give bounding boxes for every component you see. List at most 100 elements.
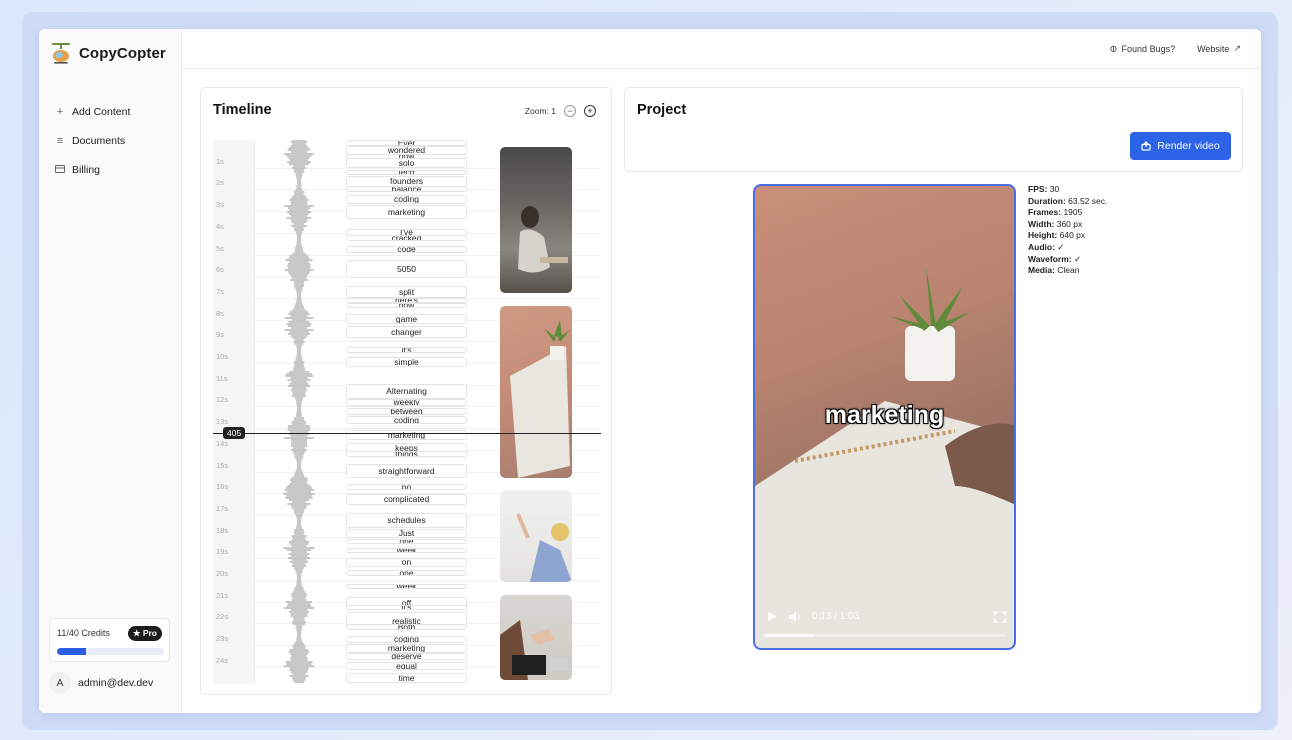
credits-progress-bar — [57, 648, 164, 655]
brand-name: CopyCopter — [79, 44, 166, 62]
waveform-path — [283, 140, 315, 683]
ruler-tick: 17s — [216, 503, 229, 513]
media-clip[interactable] — [500, 147, 572, 293]
word-block[interactable]: between — [346, 408, 467, 415]
volume-icon — [789, 611, 800, 622]
credits-count: 11/40 Credits — [57, 628, 110, 638]
credits-progress-fill — [57, 648, 87, 655]
word-block[interactable]: game — [346, 314, 467, 324]
ruler-tick: 18s — [216, 525, 229, 535]
word-block[interactable]: coding — [346, 636, 467, 643]
word-block[interactable]: marketing — [346, 644, 467, 653]
word-block[interactable]: equal — [346, 662, 467, 670]
word-block[interactable]: weekly — [346, 399, 467, 406]
zoom-in-button[interactable]: + — [584, 105, 596, 117]
metadata-key: Height: — [1028, 230, 1058, 241]
playhead-frame-badge: 405 — [223, 427, 246, 439]
sidebar-item-add-content[interactable]: + Add Content — [55, 97, 131, 126]
word-block[interactable]: straightforward — [346, 464, 467, 478]
website-link[interactable]: Website ↗ — [1197, 43, 1241, 54]
word-block[interactable]: Just — [346, 529, 467, 538]
bug-icon — [1109, 45, 1117, 53]
sidebar-item-label: Billing — [72, 163, 101, 176]
found-bugs-link[interactable]: Found Bugs? — [1109, 43, 1175, 54]
list-icon: ≡ — [56, 134, 64, 147]
word-block[interactable]: deserve — [346, 653, 467, 660]
fullscreen-button[interactable] — [994, 610, 1006, 623]
play-button[interactable] — [765, 610, 778, 623]
word-block[interactable]: things — [346, 451, 467, 457]
word-block[interactable]: code — [346, 246, 467, 253]
word-block[interactable]: coding — [346, 416, 467, 424]
word-block[interactable]: one — [346, 570, 467, 576]
word-block[interactable]: week — [346, 548, 467, 553]
word-block[interactable]: Alternating — [346, 384, 467, 399]
metadata-value: 640 px — [1057, 230, 1086, 241]
ruler-tick: 13s — [216, 417, 229, 427]
credits-card[interactable]: 11/40 Credits ★ Pro — [49, 618, 170, 662]
word-block[interactable]: Both — [346, 624, 467, 630]
word-block[interactable]: one — [346, 539, 467, 544]
volume-button[interactable] — [788, 611, 802, 623]
user-email: admin@dev.dev — [78, 677, 154, 689]
word-block[interactable]: no — [346, 484, 467, 490]
word-block[interactable]: coding — [346, 195, 467, 204]
ruler-tick: 19s — [216, 547, 229, 557]
seek-bar[interactable] — [764, 634, 1005, 637]
word-block[interactable]: 5050 — [346, 260, 467, 278]
word-block[interactable]: changer — [346, 326, 467, 338]
word-track: Ever wondered how solo tech founders balance co… — [344, 140, 469, 684]
metadata-row: Duration: 63.52 sec. — [1028, 196, 1107, 208]
seek-progress — [764, 634, 814, 637]
word-block[interactable]: on — [346, 558, 467, 567]
word-block[interactable]: it's — [346, 605, 467, 610]
word-block[interactable]: marketing — [346, 205, 467, 219]
ruler-tick: 3s — [216, 200, 224, 210]
video-player[interactable]: marketing 0:13 / 1:03 — [753, 184, 1016, 650]
word-block[interactable]: simple — [346, 357, 467, 367]
word-block[interactable]: how — [346, 303, 467, 308]
word-block[interactable]: balance — [346, 186, 467, 192]
timeline-track[interactable]: 1s 2s 3s 4s 5s 6s 7s 8s 9s 10s 11s 12s 13s 14s 15s 16s 1… — [213, 140, 601, 684]
word-block[interactable]: cracked — [346, 235, 467, 241]
metadata-value: ✓ — [1054, 241, 1065, 252]
ruler-tick: 20s — [216, 569, 229, 578]
timeline-title: Timeline — [213, 102, 272, 118]
sidebar-item-documents[interactable]: ≡ Documents — [55, 126, 130, 155]
sidebar: CopyCopter + Add Content ≡ Documents Bil… — [39, 29, 182, 713]
media-clip[interactable] — [500, 306, 572, 478]
video-caption: marketing — [824, 401, 945, 429]
time-display: 0:13 / 1:03 — [812, 611, 860, 622]
word-block[interactable]: split — [346, 286, 467, 298]
ruler-tick: 21s — [216, 590, 229, 600]
sidebar-item-billing[interactable]: Billing — [55, 155, 130, 184]
ruler-tick: 15s — [216, 460, 229, 470]
word-block[interactable]: tech — [346, 170, 467, 175]
avatar: A — [49, 672, 71, 694]
sidebar-nav: + Add Content ≡ Documents Billing — [55, 97, 130, 184]
zoom-out-button[interactable]: − — [564, 105, 576, 117]
user-menu[interactable]: A admin@dev.dev — [49, 672, 153, 694]
word-block[interactable]: time — [346, 673, 467, 683]
render-video-button[interactable]: Render video — [1130, 132, 1231, 160]
video-metadata: FPS: 30 Duration: 63.52 sec. Frames: 1905 W… — [1028, 184, 1107, 277]
fullscreen-icon — [994, 610, 1006, 623]
ruler-tick: 9s — [216, 330, 224, 340]
playhead-line[interactable] — [213, 433, 601, 434]
word-block[interactable]: week — [346, 584, 467, 589]
word-block[interactable]: solo — [346, 158, 467, 168]
media-clip[interactable] — [500, 595, 572, 680]
ruler-tick: 11s — [216, 373, 228, 383]
word-block[interactable]: it's — [346, 347, 467, 353]
word-block[interactable]: schedules — [346, 513, 467, 528]
metadata-value: ✓ — [1071, 253, 1082, 264]
metadata-row: Media: Clean — [1028, 265, 1107, 277]
word-block[interactable]: complicated — [346, 494, 467, 505]
word-block[interactable]: marketing — [346, 430, 467, 440]
zoom-label: Zoom: 1 — [524, 106, 556, 116]
ruler-tick: 12s — [216, 395, 229, 405]
top-bar: Found Bugs? Website ↗ — [182, 29, 1261, 69]
player-controls: 0:13 / 1:03 — [765, 610, 1006, 623]
media-clip[interactable] — [500, 490, 572, 582]
brand[interactable]: CopyCopter — [49, 41, 166, 65]
